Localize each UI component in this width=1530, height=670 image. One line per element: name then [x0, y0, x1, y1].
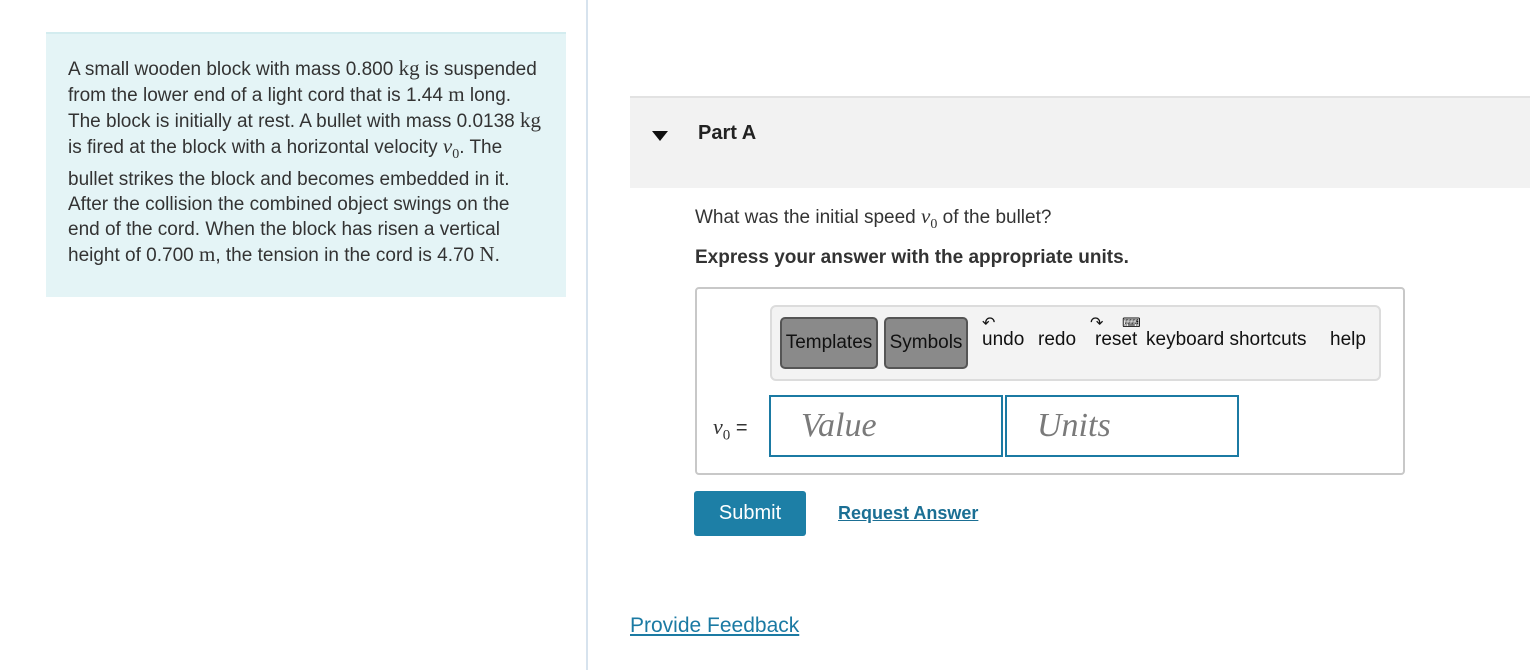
problem-statement: A small wooden block with mass 0.800 kg …	[46, 32, 566, 297]
unit-m: m	[448, 82, 465, 106]
problem-text: is fired at the block with a horizontal …	[68, 137, 443, 158]
part-title: Part A	[698, 122, 757, 144]
unit-m: m	[199, 242, 216, 267]
unit-kg: kg	[520, 108, 541, 132]
request-answer-link[interactable]: Request Answer	[838, 503, 978, 524]
help-button[interactable]: help	[1330, 329, 1366, 351]
collapse-caret-icon[interactable]	[652, 131, 668, 141]
undo-button[interactable]: undo	[982, 329, 1024, 351]
value-input[interactable]	[769, 395, 1003, 457]
units-input[interactable]	[1005, 395, 1239, 457]
unit-kg: kg	[398, 56, 420, 80]
problem-text: A small wooden block with mass 0.800	[68, 59, 399, 80]
column-divider	[586, 0, 588, 670]
math-toolbar: Templates Symbols ↶ undo ↷ redo ⌨ reset …	[770, 305, 1381, 381]
submit-button[interactable]: Submit	[694, 491, 806, 536]
problem-text: , the tension in the cord is 4.70	[215, 245, 480, 267]
variable-v0: v0	[921, 204, 938, 233]
reset-button[interactable]: reset	[1095, 329, 1137, 351]
redo-button[interactable]: redo	[1038, 329, 1076, 351]
templates-button[interactable]: Templates	[780, 317, 878, 369]
answer-box: Templates Symbols ↶ undo ↷ redo ⌨ reset …	[695, 287, 1405, 475]
answer-instruction: Express your answer with the appropriate…	[695, 247, 1129, 268]
variable-v0: v0	[442, 134, 460, 163]
problem-text: .	[494, 245, 500, 267]
provide-feedback-link[interactable]: Provide Feedback	[630, 614, 799, 638]
question-text: What was the initial speed v0 of the bul…	[695, 204, 1052, 233]
symbols-button[interactable]: Symbols	[884, 317, 968, 369]
keyboard-shortcuts-button[interactable]: keyboard shortcuts	[1146, 329, 1307, 351]
part-a-header[interactable]: Part A	[630, 96, 1530, 188]
answer-variable-label: v0 =	[713, 414, 748, 444]
unit-n: N	[479, 242, 495, 267]
